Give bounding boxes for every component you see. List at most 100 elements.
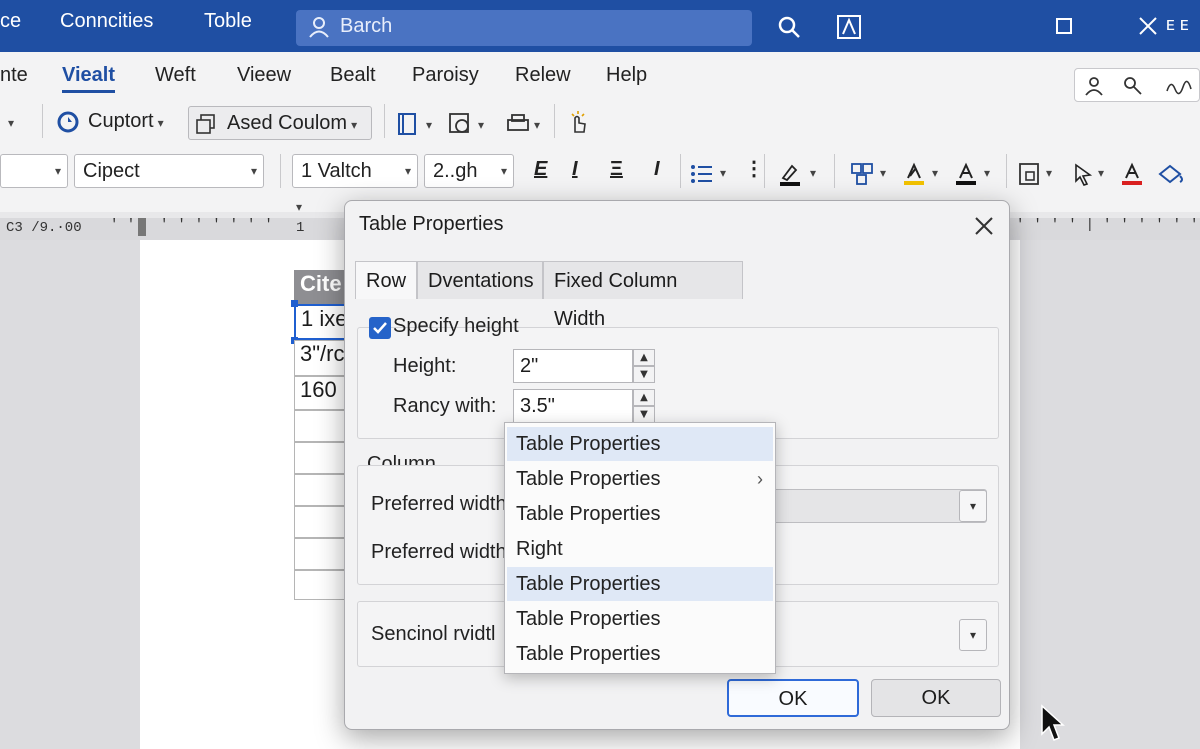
select-pointer-icon[interactable] (1072, 162, 1096, 186)
more-options-icon[interactable]: ⋮ (744, 156, 764, 181)
page-layout-chevron[interactable]: ▾ (422, 112, 432, 135)
rancy-up-button[interactable]: ▲ (633, 389, 655, 406)
style-dropdown[interactable]: ▾ (0, 154, 68, 188)
shapes-chevron[interactable]: ▾ (474, 112, 484, 135)
tab-dventations[interactable]: Dventations (417, 261, 543, 299)
bullet-list-chevron[interactable]: ▾ (716, 160, 726, 183)
print-layout-chevron[interactable]: ▾ (530, 112, 540, 135)
highlight-pen-icon[interactable] (778, 162, 802, 186)
preferred-width-dropdown-button[interactable]: ▾ (959, 490, 987, 522)
ribbon-tab-help[interactable]: Help (606, 64, 647, 87)
shapes-icon[interactable] (448, 112, 472, 136)
layout-options-chevron[interactable]: ▾ (1042, 160, 1052, 183)
print-layout-icon[interactable] (506, 112, 530, 136)
ribbon-tab-vieew[interactable]: Vieew (237, 64, 291, 87)
rancy-with-input[interactable]: 3.5" (513, 389, 633, 423)
menu-item-table-properties-submenu[interactable]: Table Properties › (507, 462, 773, 496)
rancy-down-button[interactable]: ▼ (633, 406, 655, 423)
page-layout-icon[interactable] (396, 112, 420, 136)
italic-icon[interactable]: I (654, 158, 660, 181)
separator (280, 154, 281, 188)
menu-item-table-properties[interactable]: Table Properties (507, 427, 773, 461)
designer-icon[interactable] (836, 14, 862, 40)
font-style-dropdown[interactable]: 1 Valtch ▾ (292, 154, 418, 188)
title-menu-toble[interactable]: Toble (204, 10, 252, 33)
mouse-cursor-icon (1041, 704, 1065, 741)
title-menu-0[interactable]: ce (0, 10, 21, 33)
italic-underline-icon[interactable]: I (572, 158, 578, 181)
touch-pointer-icon[interactable] (566, 110, 590, 134)
title-menu-conncities[interactable]: Conncities (60, 10, 153, 33)
height-input[interactable]: 2" (513, 349, 633, 383)
ribbon-tab-0[interactable]: nte (0, 64, 28, 87)
layout-options-icon[interactable] (1018, 162, 1042, 186)
text-highlight-chevron[interactable]: ▾ (928, 160, 938, 183)
refresh-icon[interactable] (56, 110, 80, 134)
tab-row[interactable]: Row (355, 261, 417, 299)
text-highlight-icon[interactable] (902, 162, 926, 186)
ruler-marker[interactable] (138, 218, 146, 236)
check-icon (373, 322, 387, 334)
tab-fixed-column-width[interactable]: Fixed Column Width (543, 261, 743, 330)
underline-e-icon[interactable]: E (534, 158, 547, 181)
preferred-width-label-2: Preferred width (371, 541, 507, 563)
font-size-dropdown[interactable]: 2..gh ▾ (424, 154, 514, 188)
ok-button-primary[interactable]: OK (727, 679, 859, 717)
red-font-color-icon[interactable] (1120, 162, 1144, 186)
ribbon-tab-relew[interactable]: Relew (515, 64, 571, 87)
person-search-icon (309, 17, 329, 38)
separator (1006, 154, 1007, 188)
arrange-chevron[interactable]: ▾ (876, 160, 886, 183)
sencinol-dropdown-button[interactable]: ▾ (959, 619, 987, 651)
share-group[interactable] (1074, 68, 1200, 102)
height-down-button[interactable]: ▼ (633, 366, 655, 383)
menu-item-label: Table Properties (516, 433, 661, 455)
ribbon-tab-paroisy[interactable]: Paroisy (412, 64, 479, 87)
menu-item-label: Table Properties (516, 608, 661, 630)
ruler-ticks-right: ''''|'''''' (1016, 217, 1200, 233)
search-icon[interactable] (776, 14, 802, 40)
menu-item-right[interactable]: Right (507, 532, 773, 566)
specify-height-checkbox[interactable] (369, 317, 391, 339)
preferred-width-select[interactable] (765, 489, 987, 523)
ribbon-collapse-chevron[interactable]: ▾ (4, 110, 14, 133)
cuptort-button[interactable]: Cuptort ▾ (88, 110, 164, 133)
person-icon[interactable] (1083, 75, 1105, 97)
font-color-icon[interactable] (954, 162, 978, 186)
separator (764, 154, 765, 188)
separator (834, 154, 835, 188)
sencinol-width-label: Sencinol rvidtl (371, 623, 496, 645)
ribbon-tab-bealt[interactable]: Bealt (330, 64, 376, 87)
font-color-chevron[interactable]: ▾ (980, 160, 990, 183)
font-size-value: 2..gh (433, 160, 478, 182)
highlight-chevron[interactable]: ▾ (806, 160, 816, 183)
search-box[interactable]: Barch (296, 10, 752, 46)
close-icon[interactable] (973, 215, 995, 237)
bullet-list-icon[interactable] (690, 162, 714, 186)
select-chevron[interactable]: ▾ (1094, 160, 1104, 183)
ok-button[interactable]: OK (871, 679, 1001, 717)
menu-item-table-properties[interactable]: Table Properties (507, 602, 773, 636)
cuptort-label: Cuptort (88, 110, 154, 132)
separator (554, 104, 555, 138)
people-search-icon[interactable] (1121, 75, 1145, 97)
arrange-icon[interactable] (850, 162, 874, 186)
menu-item-table-properties[interactable]: Table Properties (507, 497, 773, 531)
ribbon-expand-chevron[interactable]: ▾ (292, 194, 302, 217)
rancy-with-label: Rancy with: (393, 395, 497, 417)
height-up-button[interactable]: ▲ (633, 349, 655, 366)
ribbon-tab-weft[interactable]: Weft (155, 64, 196, 87)
ribbon-tab-viealt[interactable]: Viealt (62, 64, 115, 93)
menu-item-table-properties[interactable]: Table Properties (507, 567, 773, 601)
selection-handle[interactable] (291, 300, 298, 307)
menu-item-table-properties[interactable]: Table Properties (507, 637, 773, 671)
font-name-dropdown[interactable]: Cipect ▾ (74, 154, 264, 188)
close-window-icon[interactable] (1136, 14, 1162, 40)
fill-bucket-icon[interactable] (1156, 162, 1186, 186)
strikethrough-icon[interactable]: Ξ (610, 158, 623, 181)
signature-icon[interactable] (1165, 75, 1193, 97)
maximize-icon[interactable] (1052, 14, 1078, 40)
overflow-icon[interactable]: ᴇ ᴇ (1166, 14, 1189, 35)
ased-coulom-button[interactable]: Ased Coulom ▾ (188, 106, 372, 140)
search-placeholder: Barch (340, 15, 393, 37)
